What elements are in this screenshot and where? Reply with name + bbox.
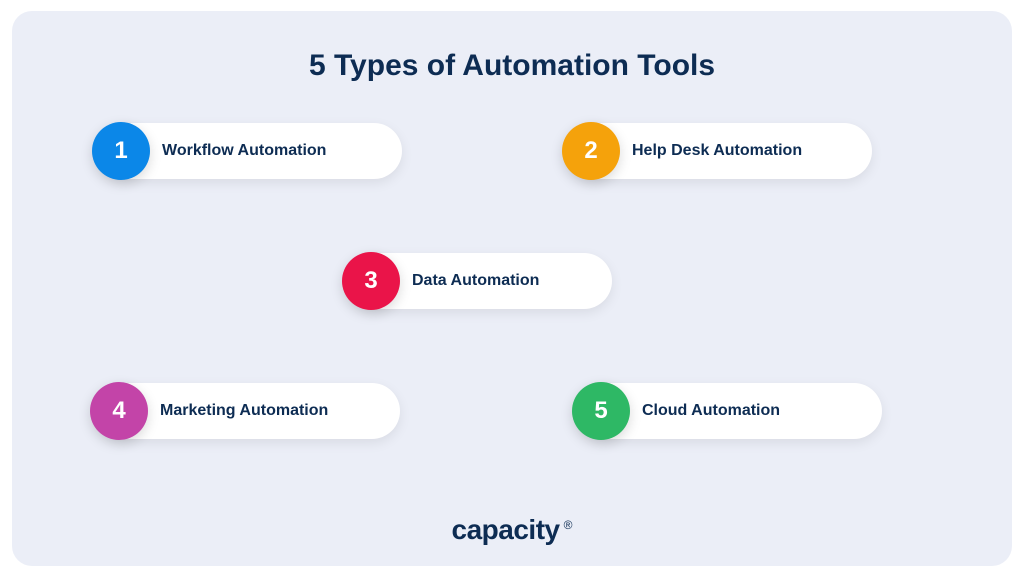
number-badge: 4 — [90, 382, 148, 440]
item-pill: 4 Marketing Automation — [100, 383, 400, 439]
number-badge: 2 — [562, 122, 620, 180]
item-pill: 5 Cloud Automation — [582, 383, 882, 439]
item-label: Help Desk Automation — [632, 142, 802, 160]
number-badge: 5 — [572, 382, 630, 440]
diagram-container: 5 Types of Automation Tools 1 Workflow A… — [12, 11, 1012, 566]
list-item: 4 Marketing Automation — [100, 383, 400, 439]
number-badge: 3 — [342, 252, 400, 310]
list-item: 3 Data Automation — [352, 253, 612, 309]
diagram-title: 5 Types of Automation Tools — [72, 49, 952, 83]
item-pill: 1 Workflow Automation — [102, 123, 402, 179]
list-item: 2 Help Desk Automation — [572, 123, 872, 179]
item-pill: 3 Data Automation — [352, 253, 612, 309]
list-item: 5 Cloud Automation — [582, 383, 882, 439]
item-label: Cloud Automation — [642, 402, 780, 420]
brand-logo: capacity ® — [452, 514, 573, 546]
list-item: 1 Workflow Automation — [102, 123, 402, 179]
brand-name: capacity — [452, 514, 560, 546]
number-badge: 1 — [92, 122, 150, 180]
item-label: Workflow Automation — [162, 142, 326, 160]
item-label: Marketing Automation — [160, 402, 328, 420]
items-area: 1 Workflow Automation 2 Help Desk Automa… — [72, 123, 952, 463]
registered-icon: ® — [564, 518, 573, 532]
item-pill: 2 Help Desk Automation — [572, 123, 872, 179]
item-label: Data Automation — [412, 272, 539, 290]
